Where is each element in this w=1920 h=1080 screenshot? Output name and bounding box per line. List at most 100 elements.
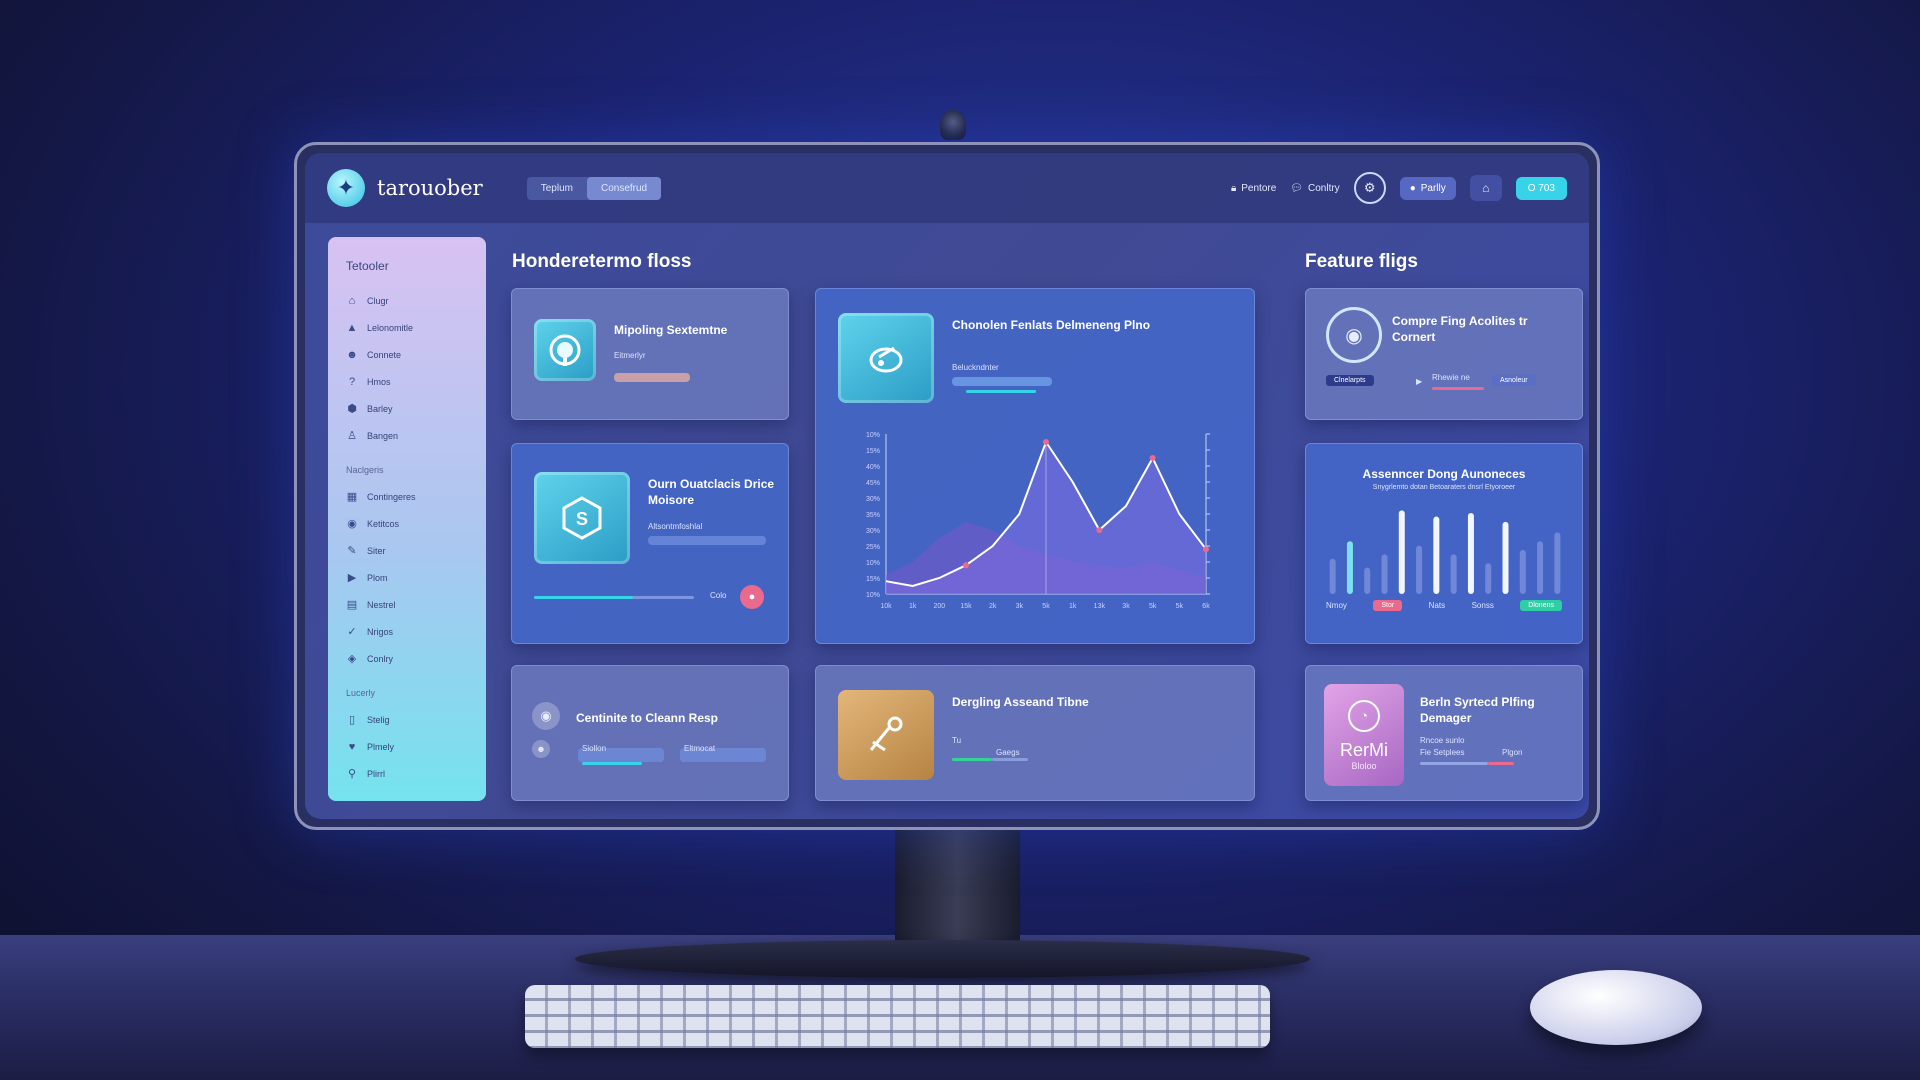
sidebar-item-label: Clugr <box>367 295 389 306</box>
card-title: Compre Fing Acolites tr Cornert <box>1392 314 1528 344</box>
home-icon: ⌂ <box>348 294 356 307</box>
top-bar: ✦ tarouober Teplum Consefrud 🔒︎ Pentore … <box>305 153 1589 223</box>
sidebar-item-clugr[interactable]: ⌂ Clugr <box>346 287 468 314</box>
sidebar-item-label: Hmos <box>367 376 391 387</box>
progress-bar-track <box>1420 762 1488 765</box>
bar <box>1467 513 1474 594</box>
settings-icon[interactable]: ⚙ <box>1353 172 1386 204</box>
bar <box>1537 541 1544 594</box>
tag-icon: ◈ <box>347 653 357 665</box>
card-berln[interactable]: ◔ RerMi Bloloo Berln Syrtecd Plfing Dema… <box>1305 665 1583 801</box>
sidebar-item-contingeres[interactable]: ▦ Contingeres <box>346 483 468 510</box>
sidebar-item-plom[interactable]: ▶ Plom <box>346 564 468 591</box>
slider-fill <box>534 596 634 599</box>
sidebar-section-label: Naclgeris <box>346 465 384 475</box>
progress-bar <box>1488 762 1514 765</box>
progress-pill <box>614 373 690 382</box>
profile-button[interactable]: ● Parlly <box>1399 176 1456 200</box>
sidebar-item-hmos[interactable]: ? Hmos <box>346 368 468 395</box>
sidebar-item-plmely[interactable]: ♥ Plmely <box>346 733 468 760</box>
logo-text: RerMi <box>1340 739 1388 760</box>
bar-chart <box>1329 510 1561 594</box>
headset-icon <box>534 319 596 381</box>
edit-icon: ✎ <box>347 545 357 557</box>
sidebar-item-connete[interactable]: ☻ Connete <box>346 341 468 368</box>
bar <box>1450 554 1457 594</box>
keyboard <box>525 985 1270 1048</box>
sidebar-item-label: Lelonomitle <box>367 322 414 333</box>
card-assenncer[interactable]: Assenncer Dong Aunoneces Snygrlemto dota… <box>1305 443 1583 644</box>
bar <box>1329 558 1336 594</box>
legend-item[interactable]: Nats <box>1429 601 1445 610</box>
bar <box>1502 521 1509 594</box>
x-tick-label: 1k <box>1069 603 1077 610</box>
sidebar-item-plirrl[interactable]: ⚲ Plirrl <box>346 760 468 787</box>
card-subtitle: Rncoe sunlo <box>1420 736 1465 745</box>
y-tick-label: 45% <box>866 480 880 487</box>
card-dergling[interactable]: Dergling Asseand Tibne Tu Gaegs <box>815 665 1255 801</box>
tools-icon <box>838 690 934 780</box>
home-icon[interactable]: ⌂ <box>1469 175 1502 201</box>
status-pill <box>952 377 1052 386</box>
data-point <box>1149 455 1156 461</box>
card-compre[interactable]: ◉ Compre Fing Acolites tr Cornert Clnela… <box>1305 288 1583 420</box>
feature-heading: Feature fligs <box>1305 251 1418 272</box>
chart-legend: Nmoy Stor Nats Sonss Dlonens <box>1326 600 1562 611</box>
bar <box>1433 516 1440 594</box>
check-icon: ✓ <box>347 626 357 638</box>
card-chart[interactable]: Chonolen Fenlats Delmeneng Plno Belucknd… <box>815 288 1255 644</box>
logo-icon: ✦ <box>327 169 365 207</box>
sidebar-item-label: Bangen <box>367 430 399 441</box>
card-subtitle: Altsontmfoshlal <box>648 522 703 531</box>
sidebar-item-ketitcos[interactable]: ◉ Ketitcos <box>346 510 468 537</box>
header-link-pentore[interactable]: 🔒︎ Pentore <box>1231 183 1276 194</box>
legend-item[interactable]: Dlonens <box>1520 600 1562 611</box>
card-title: Dergling Asseand Tibne <box>952 695 1089 709</box>
x-tick-label: 1k <box>909 603 917 610</box>
shield-icon: ⬢ <box>347 403 357 415</box>
tab-teplum[interactable]: Teplum <box>527 177 587 200</box>
card-title: Berln Syrtecd Plfing Demager <box>1420 695 1535 725</box>
card-subtitle: Siollon <box>582 744 607 753</box>
legend-item[interactable]: Sonss <box>1472 601 1494 610</box>
x-tick-label: 5k <box>1176 603 1184 610</box>
secondary-button[interactable]: Asnoleur <box>1492 375 1536 386</box>
sidebar-item-nrigos[interactable]: ✓ Nrigos <box>346 618 468 645</box>
card-title: Centinite to Cleann Resp <box>576 711 719 725</box>
monitor-stand <box>895 826 1020 946</box>
x-tick-label: 10k <box>880 603 892 610</box>
legend-item[interactable]: Nmoy <box>1326 601 1347 610</box>
main-heading: Honderetermo floss <box>512 251 692 272</box>
sidebar-item-siter[interactable]: ✎ Siter <box>346 537 468 564</box>
x-tick-label: 6k <box>1202 603 1210 610</box>
legend-item[interactable]: Stor <box>1373 600 1403 611</box>
chat-icon: 💬︎ <box>1290 182 1303 194</box>
header-link-conltry[interactable]: 💬︎ Conltry <box>1290 183 1339 194</box>
bar <box>1381 554 1388 594</box>
user-icon: ☻ <box>346 348 358 361</box>
primary-button[interactable]: Clnelarpts <box>1326 375 1374 386</box>
card-ourn[interactable]: S Ourn Ouatclacis Drice Moisore Altsontm… <box>511 443 789 644</box>
tab-consefrud[interactable]: Consefrud <box>586 176 662 200</box>
area-chart: 10%15%40%45%30%35%30%25%10%15%10%10k 1k 20… <box>866 432 1210 610</box>
chevron-icon[interactable]: ▶ <box>1416 377 1422 386</box>
x-tick-label: 3k <box>1122 603 1130 610</box>
record-button[interactable]: ● <box>740 585 764 609</box>
sidebar-item-nestrel[interactable]: ▤ Nestrel <box>346 591 468 618</box>
sidebar-item-label: Siter <box>367 545 386 556</box>
sidebar-item-conlry[interactable]: ◈ Conlry <box>346 645 468 672</box>
card-centinite[interactable]: ◉ Centinite to Cleann Resp ☻ Siollon Elt… <box>511 665 789 801</box>
sidebar-item-barley[interactable]: ⬢ Barley <box>346 395 468 422</box>
sidebar-item-bangen[interactable]: ♙ Bangen <box>346 422 468 449</box>
heart-icon: ♥ <box>348 740 356 753</box>
data-point <box>1043 439 1049 445</box>
y-tick-label: 15% <box>866 576 880 583</box>
sidebar-item-lelonomitle[interactable]: ▲ Lelonomitle <box>346 314 468 341</box>
accent-button[interactable]: O 703 <box>1515 176 1567 200</box>
card-mipoling[interactable]: Mipoling Sextemtne Eitmerlyr <box>511 288 789 420</box>
mouse <box>1530 970 1702 1045</box>
monitor-base <box>575 940 1310 978</box>
x-tick-label: 13k <box>1094 603 1106 610</box>
monitor: ✦ tarouober Teplum Consefrud 🔒︎ Pentore … <box>294 142 1600 830</box>
sidebar-item-stelig[interactable]: ▯ Stelig <box>346 706 468 733</box>
